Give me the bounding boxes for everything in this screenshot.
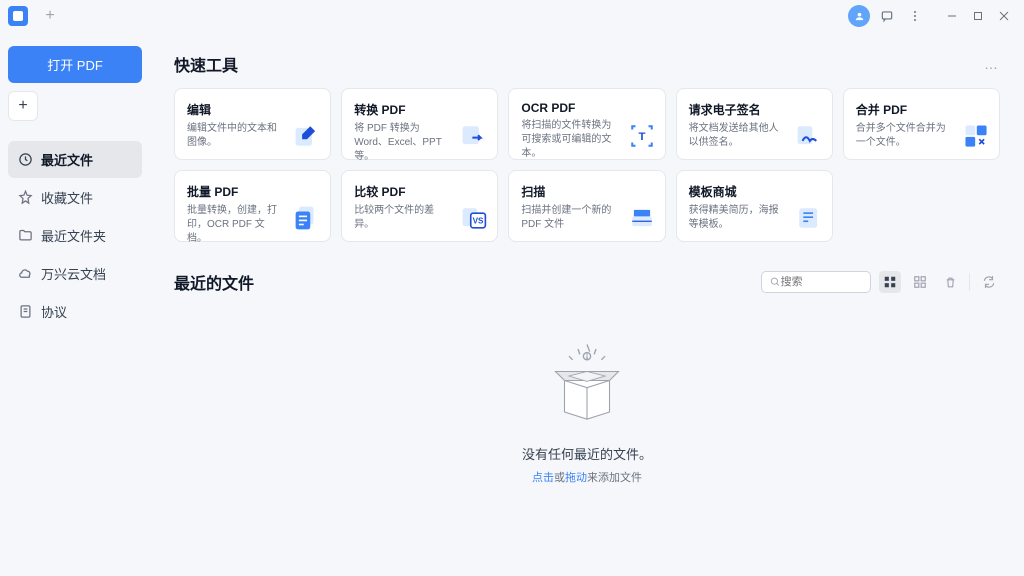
edit-icon [294,123,320,149]
clock-icon [18,152,33,167]
tool-merge[interactable]: 合并 PDF 合并多个文件合并为一个文件。 [843,88,1000,160]
batch-icon [294,205,320,231]
chat-icon[interactable] [876,5,898,27]
tool-scan[interactable]: 扫描 扫描并创建一个新的 PDF 文件 [508,170,665,242]
add-button[interactable]: + [8,91,38,121]
tool-ocr[interactable]: OCR PDF 将扫描的文件转换为可搜索或可编辑的文本。 T [508,88,665,160]
search-icon [770,276,781,288]
star-icon [18,190,33,205]
sidebar-item-favorites[interactable]: 收藏文件 [8,179,142,216]
empty-state: 没有任何最近的文件。 点击或拖动来添加文件 [174,310,1000,515]
empty-hint: 点击或拖动来添加文件 [532,469,642,485]
doc-icon [18,304,33,319]
sidebar-item-label: 万兴云文档 [41,264,106,283]
convert-icon [461,123,487,149]
sync-button[interactable] [978,271,1000,293]
sidebar-item-label: 协议 [41,302,67,321]
recent-heading: 最近的文件 [174,270,254,294]
new-tab-button[interactable]: + [40,6,60,26]
sidebar-item-label: 最近文件夹 [41,226,106,245]
tool-convert[interactable]: 转换 PDF 将 PDF 转换为 Word、Excel、PPT等。 [341,88,498,160]
divider [969,273,970,291]
tool-title: 请求电子签名 [689,101,820,118]
drag-link[interactable]: 拖动 [565,472,587,484]
tool-templates[interactable]: 模板商城 获得精美简历，海报等模板。 [676,170,833,242]
search-box[interactable] [761,271,871,293]
sidebar-item-cloud[interactable]: 万兴云文档 [8,255,142,292]
compare-icon: VS [461,205,487,231]
sidebar-item-label: 收藏文件 [41,188,93,207]
click-link[interactable]: 点击 [532,472,554,484]
search-input[interactable] [781,276,862,288]
tool-title: 扫描 [521,183,652,200]
empty-box-icon [542,340,632,430]
scan-icon [629,205,655,231]
sidebar-item-recent[interactable]: 最近文件 [8,141,142,178]
tool-title: OCR PDF [521,101,652,115]
tool-title: 比较 PDF [354,183,485,200]
tool-sign[interactable]: 请求电子签名 将文档发送给其他人以供签名。 [676,88,833,160]
folder-icon [18,228,33,243]
open-pdf-button[interactable]: 打开 PDF [8,46,142,83]
tool-title: 模板商城 [689,183,820,200]
sign-icon [796,123,822,149]
sidebar-item-recent-folders[interactable]: 最近文件夹 [8,217,142,254]
user-avatar[interactable] [848,5,870,27]
maximize-button[interactable] [966,4,990,28]
svg-text:VS: VS [473,217,484,226]
tool-edit[interactable]: 编辑 编辑文件中的文本和图像。 [174,88,331,160]
sidebar-item-label: 最近文件 [41,150,93,169]
tool-title: 编辑 [187,101,318,118]
merge-icon [963,123,989,149]
tool-title: 批量 PDF [187,183,318,200]
delete-button[interactable] [939,271,961,293]
close-button[interactable] [992,4,1016,28]
tool-batch[interactable]: 批量 PDF 批量转换，创建，打印，OCR PDF 文档。 [174,170,331,242]
quick-tools-more[interactable]: … [984,56,1000,72]
minimize-button[interactable] [940,4,964,28]
empty-text: 没有任何最近的文件。 [522,444,652,463]
view-grid-button[interactable] [879,271,901,293]
tool-compare[interactable]: 比较 PDF 比较两个文件的差异。 VS [341,170,498,242]
template-icon [796,205,822,231]
tool-title: 合并 PDF [856,101,987,118]
view-list-button[interactable] [909,271,931,293]
app-icon [8,6,28,26]
cloud-icon [18,266,33,281]
tool-title: 转换 PDF [354,101,485,118]
sidebar: 打开 PDF + 最近文件 收藏文件 最近文件夹 万兴云文档 协议 [0,32,150,576]
ocr-icon: T [629,123,655,149]
sidebar-item-agreement[interactable]: 协议 [8,293,142,330]
svg-text:T: T [638,131,645,143]
more-menu-icon[interactable] [904,5,926,27]
quick-tools-heading: 快速工具 [174,52,238,76]
